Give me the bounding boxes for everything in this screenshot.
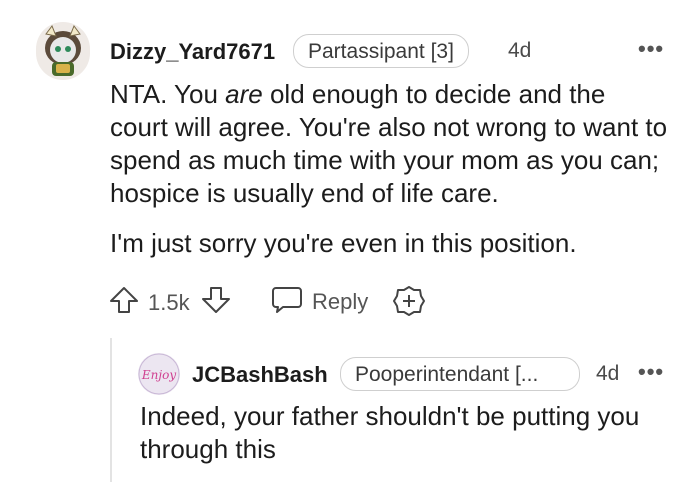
- comment-more-options-button[interactable]: •••: [638, 38, 664, 60]
- comment-body-paragraph-2: I'm just sorry you're even in this posit…: [110, 228, 577, 258]
- comment-body-text-1: NTA. You: [110, 79, 226, 109]
- comment-body-emphasis: are: [225, 79, 263, 109]
- comment-username[interactable]: Dizzy_Yard7671: [110, 39, 275, 65]
- thread-line[interactable]: [110, 338, 112, 482]
- award-button[interactable]: [393, 285, 425, 317]
- reply-timestamp[interactable]: 4d: [596, 362, 619, 386]
- comment-body: NTA. You are old enough to decide and th…: [110, 78, 670, 210]
- avatar-character-icon: [45, 24, 81, 76]
- upvote-icon: [110, 287, 138, 313]
- reply-flair: Pooperintendant [...: [340, 357, 580, 391]
- reply-body: Indeed, your father shouldn't be putting…: [140, 401, 640, 464]
- reply-more-options-button[interactable]: •••: [638, 361, 664, 383]
- avatar-script-icon: Enjoy: [138, 353, 180, 395]
- avatar-text: Enjoy: [141, 368, 176, 382]
- reply-label: Reply: [312, 289, 369, 314]
- comment-timestamp[interactable]: 4d: [508, 39, 531, 63]
- comment-flair: Partassipant [3]: [293, 34, 469, 68]
- reply-username[interactable]: JCBashBash: [192, 362, 328, 388]
- award-plus-icon: [393, 286, 425, 316]
- reply-bubble-icon: [272, 287, 302, 313]
- downvote-button[interactable]: [200, 286, 232, 314]
- downvote-icon: [202, 287, 230, 313]
- avatar[interactable]: [36, 22, 90, 80]
- vote-count: 1.5k: [148, 290, 190, 315]
- reply-avatar[interactable]: Enjoy: [138, 353, 180, 395]
- upvote-button[interactable]: [108, 286, 140, 314]
